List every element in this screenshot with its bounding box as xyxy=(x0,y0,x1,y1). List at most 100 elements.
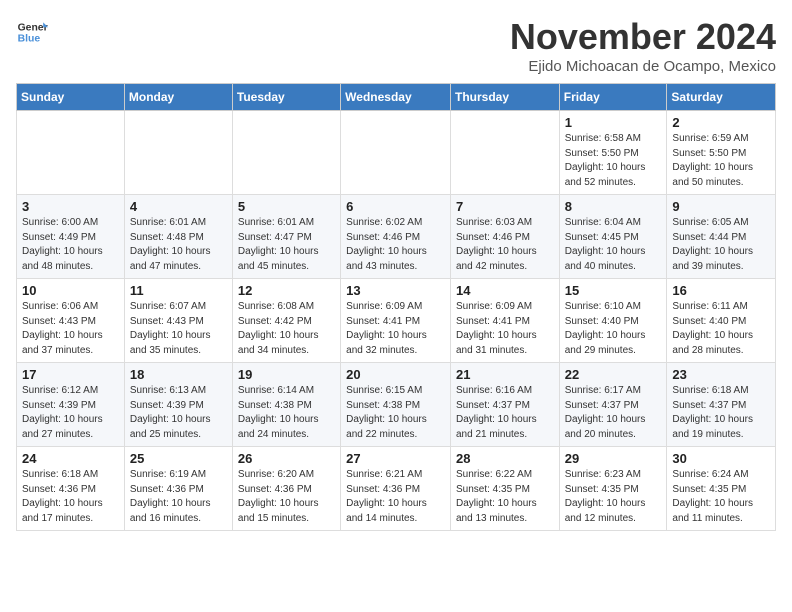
day-info: Sunrise: 6:24 AMSunset: 4:35 PMDaylight:… xyxy=(672,468,770,526)
calendar-body: 1 Sunrise: 6:58 AMSunset: 5:50 PMDaylight… xyxy=(17,111,776,531)
day-info: Sunrise: 6:20 AMSunset: 4:36 PMDaylight:… xyxy=(238,468,335,526)
day-number: 27 xyxy=(346,451,445,466)
day-number: 10 xyxy=(22,283,119,298)
calendar-cell: 22 Sunrise: 6:17 AMSunset: 4:37 PMDayligh… xyxy=(559,363,667,447)
calendar-cell xyxy=(17,111,125,195)
calendar-cell: 20 Sunrise: 6:15 AMSunset: 4:38 PMDayligh… xyxy=(341,363,451,447)
day-number: 7 xyxy=(456,199,554,214)
day-info: Sunrise: 6:59 AMSunset: 5:50 PMDaylight:… xyxy=(672,132,770,190)
calendar-cell: 7Sunrise: 6:03 AMSunset: 4:46 PMDaylight… xyxy=(450,195,559,279)
title-area: November 2024 Ejido Michoacan de Ocampo,… xyxy=(510,16,776,75)
day-number: 11 xyxy=(130,283,227,298)
day-number: 24 xyxy=(22,451,119,466)
calendar-cell: 18 Sunrise: 6:13 AMSunset: 4:39 PMDayligh… xyxy=(124,363,232,447)
weekday-header-cell: Wednesday xyxy=(341,84,451,111)
day-number: 14 xyxy=(456,283,554,298)
day-info: Sunrise: 6:15 AMSunset: 4:38 PMDaylight:… xyxy=(346,384,445,442)
calendar-cell: 28Sunrise: 6:22 AMSunset: 4:35 PMDayligh… xyxy=(450,447,559,531)
calendar-cell: 30 Sunrise: 6:24 AMSunset: 4:35 PMDayligh… xyxy=(667,447,776,531)
day-info: Sunrise: 6:09 AMSunset: 4:41 PMDaylight:… xyxy=(346,300,445,358)
day-number: 15 xyxy=(565,283,662,298)
day-number: 1 xyxy=(565,115,662,130)
calendar-cell: 25 Sunrise: 6:19 AMSunset: 4:36 PMDayligh… xyxy=(124,447,232,531)
day-info: Sunrise: 6:05 AMSunset: 4:44 PMDaylight:… xyxy=(672,216,770,274)
day-number: 9 xyxy=(672,199,770,214)
day-info: Sunrise: 6:58 AMSunset: 5:50 PMDaylight:… xyxy=(565,132,662,190)
day-number: 18 xyxy=(130,367,227,382)
calendar-cell: 2 Sunrise: 6:59 AMSunset: 5:50 PMDaylight… xyxy=(667,111,776,195)
day-number: 2 xyxy=(672,115,770,130)
day-number: 13 xyxy=(346,283,445,298)
calendar-cell: 14 Sunrise: 6:09 AMSunset: 4:41 PMDayligh… xyxy=(450,279,559,363)
day-number: 16 xyxy=(672,283,770,298)
calendar-table: SundayMondayTuesdayWednesdayThursdayFrid… xyxy=(16,83,776,531)
calendar-cell xyxy=(450,111,559,195)
calendar-cell: 11 Sunrise: 6:07 AMSunset: 4:43 PMDayligh… xyxy=(124,279,232,363)
day-info: Sunrise: 6:21 AMSunset: 4:36 PMDaylight:… xyxy=(346,468,445,526)
calendar-cell: 3Sunrise: 6:00 AMSunset: 4:49 PMDaylight… xyxy=(17,195,125,279)
day-info: Sunrise: 6:19 AMSunset: 4:36 PMDaylight:… xyxy=(130,468,227,526)
weekday-header-cell: Friday xyxy=(559,84,667,111)
day-number: 22 xyxy=(565,367,662,382)
weekday-header-cell: Thursday xyxy=(450,84,559,111)
day-number: 5 xyxy=(238,199,335,214)
calendar-cell: 6 Sunrise: 6:02 AMSunset: 4:46 PMDaylight… xyxy=(341,195,451,279)
logo-icon: General Blue xyxy=(16,16,48,48)
day-info: Sunrise: 6:14 AMSunset: 4:38 PMDaylight:… xyxy=(238,384,335,442)
day-number: 3 xyxy=(22,199,119,214)
weekday-header-row: SundayMondayTuesdayWednesdayThursdayFrid… xyxy=(17,84,776,111)
day-info: Sunrise: 6:12 AMSunset: 4:39 PMDaylight:… xyxy=(22,384,119,442)
day-number: 8 xyxy=(565,199,662,214)
calendar-cell xyxy=(232,111,340,195)
calendar-cell: 24Sunrise: 6:18 AMSunset: 4:36 PMDayligh… xyxy=(17,447,125,531)
day-number: 19 xyxy=(238,367,335,382)
calendar-week-row: 1 Sunrise: 6:58 AMSunset: 5:50 PMDaylight… xyxy=(17,111,776,195)
calendar-week-row: 24Sunrise: 6:18 AMSunset: 4:36 PMDayligh… xyxy=(17,447,776,531)
day-number: 21 xyxy=(456,367,554,382)
calendar-cell: 21 Sunrise: 6:16 AMSunset: 4:37 PMDayligh… xyxy=(450,363,559,447)
weekday-header-cell: Monday xyxy=(124,84,232,111)
day-number: 30 xyxy=(672,451,770,466)
day-number: 23 xyxy=(672,367,770,382)
calendar-week-row: 3Sunrise: 6:00 AMSunset: 4:49 PMDaylight… xyxy=(17,195,776,279)
day-info: Sunrise: 6:07 AMSunset: 4:43 PMDaylight:… xyxy=(130,300,227,358)
calendar-cell: 17Sunrise: 6:12 AMSunset: 4:39 PMDayligh… xyxy=(17,363,125,447)
day-info: Sunrise: 6:18 AMSunset: 4:37 PMDaylight:… xyxy=(672,384,770,442)
day-info: Sunrise: 6:02 AMSunset: 4:46 PMDaylight:… xyxy=(346,216,445,274)
location-subtitle: Ejido Michoacan de Ocampo, Mexico xyxy=(510,58,776,75)
calendar-week-row: 10Sunrise: 6:06 AMSunset: 4:43 PMDayligh… xyxy=(17,279,776,363)
calendar-cell: 5 Sunrise: 6:01 AMSunset: 4:47 PMDaylight… xyxy=(232,195,340,279)
day-info: Sunrise: 6:04 AMSunset: 4:45 PMDaylight:… xyxy=(565,216,662,274)
day-info: Sunrise: 6:17 AMSunset: 4:37 PMDaylight:… xyxy=(565,384,662,442)
weekday-header-cell: Tuesday xyxy=(232,84,340,111)
day-number: 4 xyxy=(130,199,227,214)
calendar-cell: 12 Sunrise: 6:08 AMSunset: 4:42 PMDayligh… xyxy=(232,279,340,363)
calendar-cell: 16 Sunrise: 6:11 AMSunset: 4:40 PMDayligh… xyxy=(667,279,776,363)
weekday-header-cell: Sunday xyxy=(17,84,125,111)
calendar-cell xyxy=(124,111,232,195)
day-number: 29 xyxy=(565,451,662,466)
svg-text:Blue: Blue xyxy=(18,34,41,45)
day-number: 6 xyxy=(346,199,445,214)
day-number: 28 xyxy=(456,451,554,466)
calendar-cell: 13 Sunrise: 6:09 AMSunset: 4:41 PMDayligh… xyxy=(341,279,451,363)
day-number: 25 xyxy=(130,451,227,466)
day-info: Sunrise: 6:01 AMSunset: 4:47 PMDaylight:… xyxy=(238,216,335,274)
calendar-cell: 26Sunrise: 6:20 AMSunset: 4:36 PMDayligh… xyxy=(232,447,340,531)
calendar-cell xyxy=(341,111,451,195)
day-info: Sunrise: 6:09 AMSunset: 4:41 PMDaylight:… xyxy=(456,300,554,358)
day-info: Sunrise: 6:11 AMSunset: 4:40 PMDaylight:… xyxy=(672,300,770,358)
calendar-cell: 23 Sunrise: 6:18 AMSunset: 4:37 PMDayligh… xyxy=(667,363,776,447)
day-info: Sunrise: 6:16 AMSunset: 4:37 PMDaylight:… xyxy=(456,384,554,442)
month-title: November 2024 xyxy=(510,16,776,58)
calendar-cell: 8 Sunrise: 6:04 AMSunset: 4:45 PMDaylight… xyxy=(559,195,667,279)
header: General Blue November 2024 Ejido Michoac… xyxy=(16,16,776,75)
calendar-cell: 4Sunrise: 6:01 AMSunset: 4:48 PMDaylight… xyxy=(124,195,232,279)
calendar-cell: 10Sunrise: 6:06 AMSunset: 4:43 PMDayligh… xyxy=(17,279,125,363)
calendar-cell: 19 Sunrise: 6:14 AMSunset: 4:38 PMDayligh… xyxy=(232,363,340,447)
weekday-header-cell: Saturday xyxy=(667,84,776,111)
day-number: 12 xyxy=(238,283,335,298)
day-info: Sunrise: 6:13 AMSunset: 4:39 PMDaylight:… xyxy=(130,384,227,442)
day-info: Sunrise: 6:08 AMSunset: 4:42 PMDaylight:… xyxy=(238,300,335,358)
day-number: 20 xyxy=(346,367,445,382)
